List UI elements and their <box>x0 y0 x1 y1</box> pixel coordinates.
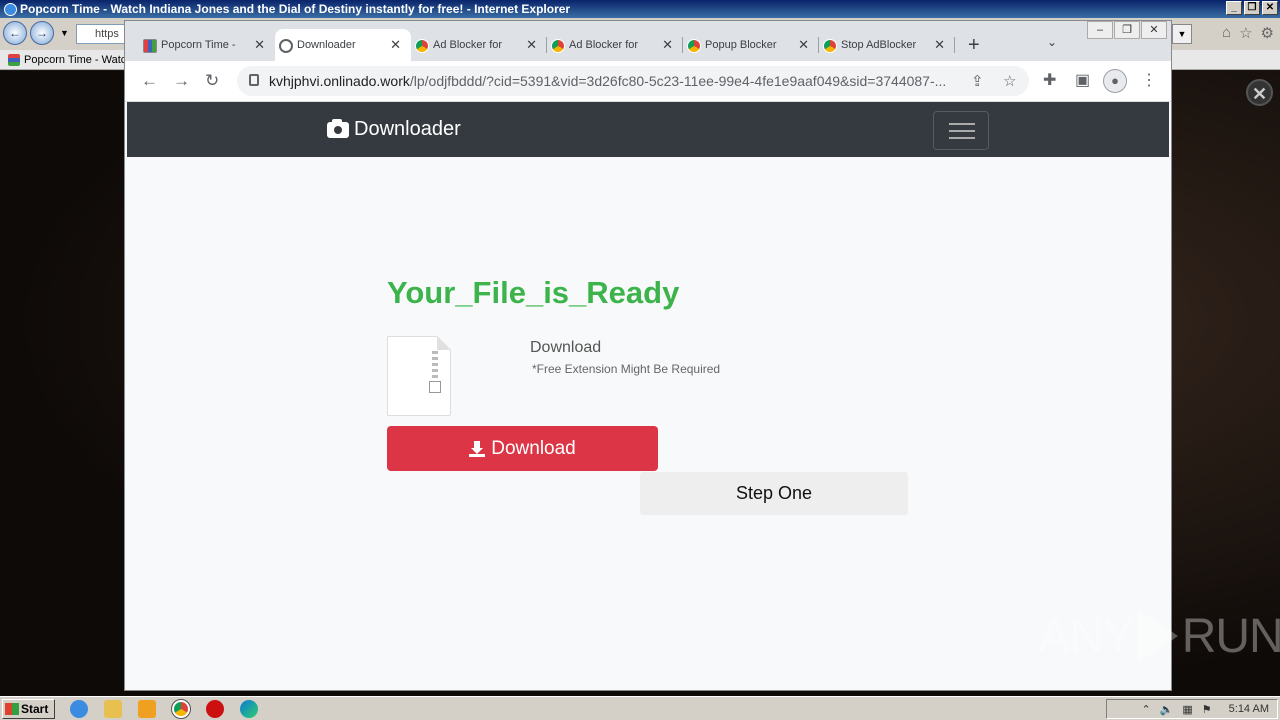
ie-title-bar: Popcorn Time - Watch Indiana Jones and t… <box>0 0 1280 18</box>
clock[interactable]: 5:14 AM <box>1229 703 1269 715</box>
system-tray: ⌃ 🔈 ▦ ⚑ 5:14 AM <box>1106 699 1278 719</box>
brand-label: Downloader <box>354 118 461 140</box>
opera-icon[interactable] <box>206 700 224 718</box>
tab-close-icon[interactable]: ✕ <box>526 37 537 53</box>
tools-gear-icon[interactable]: ⚙ <box>1261 24 1274 42</box>
volume-icon[interactable]: 🔈 <box>1160 703 1174 716</box>
tab-label: Ad Blocker for <box>569 39 639 51</box>
tab-close-icon[interactable]: ✕ <box>934 37 945 53</box>
download-button-label: Download <box>491 437 576 459</box>
page-title: Your_File_is_Ready <box>387 275 680 310</box>
lock-icon[interactable] <box>249 74 259 86</box>
maximize-button[interactable]: ❐ <box>1244 1 1260 15</box>
chrome-tab-strip: Popcorn Time - ✕ Downloader ✕ Ad Blocker… <box>125 21 1171 61</box>
tab-popcorn-time[interactable]: Popcorn Time - ✕ <box>139 29 275 61</box>
tab-close-icon[interactable]: ✕ <box>390 37 401 53</box>
back-icon[interactable]: ← <box>3 21 27 45</box>
tab-label: Popcorn Time - <box>161 39 236 51</box>
edge-icon[interactable] <box>240 700 258 718</box>
bookmark-star-icon[interactable]: ☆ <box>1003 72 1016 90</box>
popcorn-icon <box>143 39 157 53</box>
hamburger-menu-button[interactable] <box>933 111 989 150</box>
zip-file-icon <box>387 336 451 416</box>
chromium-icon <box>551 39 565 53</box>
history-dropdown-icon[interactable]: ▼ <box>60 28 69 38</box>
tab-stop-adblocker[interactable]: Stop AdBlocker ✕ <box>819 29 955 61</box>
tab-close-icon[interactable]: ✕ <box>798 37 809 53</box>
extension-note: *Free Extension Might Be Required <box>532 362 721 376</box>
windows-taskbar: Start ⌃ 🔈 ▦ ⚑ 5:14 AM <box>0 696 1280 720</box>
close-icon[interactable]: ✕ <box>1246 79 1273 106</box>
minimize-button[interactable]: _ <box>1226 1 1242 15</box>
menu-kebab-icon[interactable]: ⋮ <box>1141 70 1157 90</box>
chromium-icon <box>823 39 837 53</box>
tray-expand-icon[interactable]: ⌃ <box>1141 703 1150 716</box>
tab-search-chevron-icon[interactable]: ⌄ <box>1047 35 1057 49</box>
site-brand[interactable]: Downloader <box>327 118 461 141</box>
url-text[interactable]: kvhjphvi.onlinado.work/lp/odjfbddd/?cid=… <box>269 73 959 89</box>
play-icon <box>1137 608 1178 664</box>
folder-icon[interactable] <box>104 700 122 718</box>
download-button[interactable]: Download <box>387 426 658 471</box>
forward-arrow-icon[interactable]: → <box>173 71 190 91</box>
site-navbar: Downloader <box>127 102 1169 157</box>
tab-label: Popup Blocker <box>705 39 777 51</box>
forward-icon[interactable]: → <box>30 21 54 45</box>
start-button[interactable]: Start <box>2 699 55 719</box>
flag-notification-icon[interactable]: ⚑ <box>1202 703 1212 716</box>
chrome-toolbar: ← → ↻ kvhjphvi.onlinado.work/lp/odjfbddd… <box>125 61 1171 102</box>
tab-ad-blocker-2[interactable]: Ad Blocker for ✕ <box>547 29 683 61</box>
tab-close-icon[interactable]: ✕ <box>662 37 673 53</box>
tab-ad-blocker-1[interactable]: Ad Blocker for ✕ <box>411 29 547 61</box>
profile-avatar-icon[interactable]: ● <box>1103 69 1127 93</box>
close-button[interactable]: ✕ <box>1262 1 1278 15</box>
address-dropdown-icon[interactable]: ▼ <box>1172 24 1192 44</box>
step-one-button[interactable]: Step One <box>640 472 908 515</box>
media-player-icon[interactable] <box>138 700 156 718</box>
tab-downloader[interactable]: Downloader ✕ <box>275 29 411 61</box>
internet-explorer-icon <box>4 2 17 16</box>
favorites-star-icon[interactable]: ☆ <box>1239 24 1252 42</box>
network-icon[interactable]: ▦ <box>1182 703 1192 716</box>
tab-close-icon[interactable]: ✕ <box>254 37 265 53</box>
reload-icon[interactable]: ↻ <box>205 71 219 91</box>
side-panel-icon[interactable]: ▣ <box>1075 70 1090 90</box>
chrome-icon[interactable] <box>171 699 191 719</box>
new-tab-button[interactable]: + <box>968 35 980 55</box>
chrome-window: Popcorn Time - ✕ Downloader ✕ Ad Blocker… <box>124 20 1172 691</box>
anyrun-watermark: ANY RUN <box>1038 608 1280 664</box>
chromium-icon <box>687 39 701 53</box>
tab-label: Downloader <box>297 39 356 51</box>
ie-window-title: Popcorn Time - Watch Indiana Jones and t… <box>20 2 571 16</box>
chromium-icon <box>415 39 429 53</box>
tab-label: Stop AdBlocker <box>841 39 917 51</box>
restore-button[interactable]: ❐ <box>1114 21 1140 39</box>
camera-icon <box>327 118 349 138</box>
windows-flag-icon <box>5 703 19 715</box>
address-bar[interactable]: kvhjphvi.onlinado.work/lp/odjfbddd/?cid=… <box>237 66 1029 96</box>
share-icon[interactable]: ⇪ <box>971 72 984 90</box>
extensions-puzzle-icon[interactable]: ✚ <box>1043 70 1056 90</box>
close-button[interactable]: ✕ <box>1141 21 1167 39</box>
internet-explorer-icon[interactable] <box>70 700 88 718</box>
globe-icon <box>279 39 293 53</box>
tab-label: Ad Blocker for <box>433 39 503 51</box>
tab-popup-blocker[interactable]: Popup Blocker ✕ <box>683 29 819 61</box>
ie-tab-popcorn[interactable]: Popcorn Time - Watc <box>4 51 124 69</box>
web-page: Downloader Your_File_is_Ready Download *… <box>125 102 1171 690</box>
back-arrow-icon[interactable]: ← <box>141 71 158 91</box>
download-icon <box>469 440 486 457</box>
home-icon[interactable]: ⌂ <box>1222 24 1231 42</box>
minimize-button[interactable]: – <box>1087 21 1113 39</box>
download-heading: Download <box>530 339 602 356</box>
